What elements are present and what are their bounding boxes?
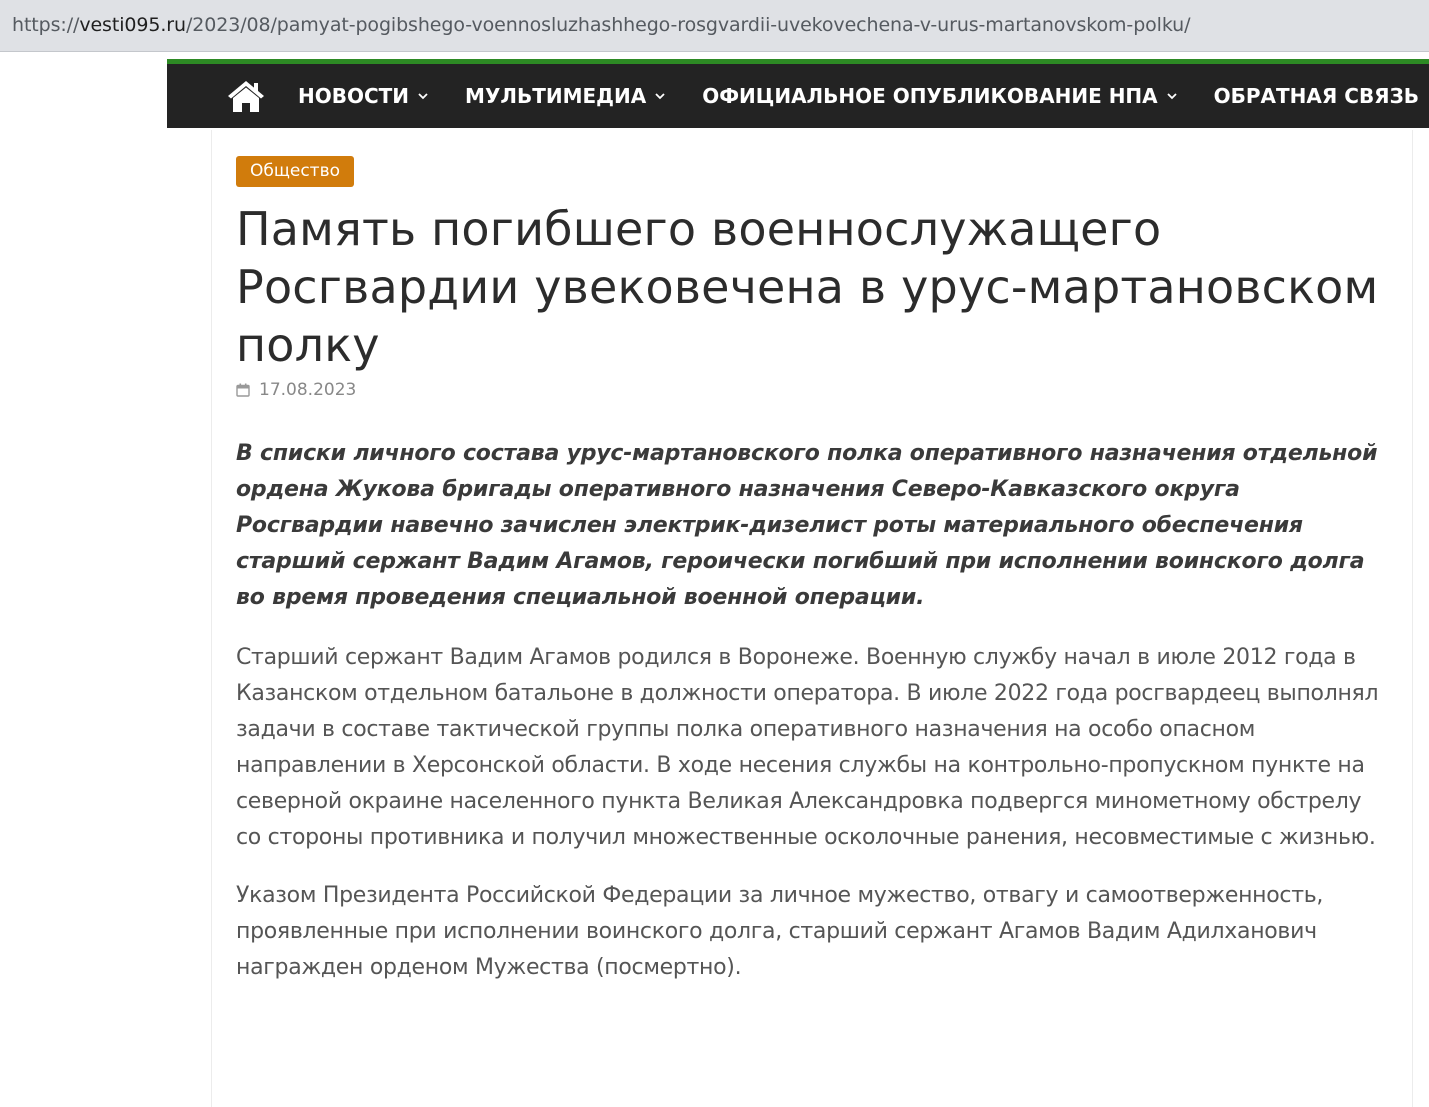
article-title: Память погибшего военнослужащего Росгвар… bbox=[236, 202, 1379, 372]
url-host: vesti095.ru bbox=[79, 14, 186, 36]
chevron-down-icon bbox=[655, 93, 665, 100]
article-container: Общество Память погибшего военнослужащег… bbox=[211, 130, 1413, 1107]
url-path: /2023/08/pamyat-pogibshego-voennosluzhas… bbox=[185, 14, 1191, 36]
nav-item-feedback[interactable]: ОБРАТНАЯ СВЯЗЬ bbox=[1214, 84, 1419, 108]
main-navigation: НОВОСТИ МУЛЬТИМЕДИА ОФИЦИАЛЬНОЕ ОПУБЛИКО… bbox=[167, 59, 1429, 128]
nav-item-official-publication[interactable]: ОФИЦИАЛЬНОЕ ОПУБЛИКОВАНИЕ НПА bbox=[702, 84, 1177, 108]
chevron-down-icon bbox=[418, 93, 428, 100]
nav-item-label: МУЛЬТИМЕДИА bbox=[465, 84, 647, 108]
category-badge[interactable]: Общество bbox=[236, 156, 355, 187]
nav-item-label: ОБРАТНАЯ СВЯЗЬ bbox=[1213, 84, 1420, 108]
address-bar[interactable]: https://vesti095.ru/2023/08/pamyat-pogib… bbox=[0, 0, 1429, 52]
article-paragraph: Указом Президента Российской Федерации з… bbox=[236, 883, 1324, 980]
calendar-icon bbox=[236, 383, 250, 397]
home-icon[interactable] bbox=[227, 79, 265, 113]
url-scheme: https:// bbox=[12, 14, 80, 36]
nav-item-label: ОФИЦИАЛЬНОЕ ОПУБЛИКОВАНИЕ НПА bbox=[702, 84, 1158, 108]
article-lead: В списки личного состава урус-мартановск… bbox=[236, 441, 1378, 610]
nav-item-news[interactable]: НОВОСТИ bbox=[298, 84, 429, 108]
article-date: 17.08.2023 bbox=[236, 380, 356, 400]
url-text[interactable]: https://vesti095.ru/2023/08/pamyat-pogib… bbox=[12, 14, 1191, 36]
article-date-text: 17.08.2023 bbox=[259, 380, 357, 400]
chevron-down-icon bbox=[1167, 93, 1177, 100]
article-paragraph: Старший сержант Вадим Агамов родился в В… bbox=[236, 645, 1379, 850]
nav-item-label: НОВОСТИ bbox=[298, 84, 410, 108]
nav-item-multimedia[interactable]: МУЛЬТИМЕДИА bbox=[465, 84, 666, 108]
